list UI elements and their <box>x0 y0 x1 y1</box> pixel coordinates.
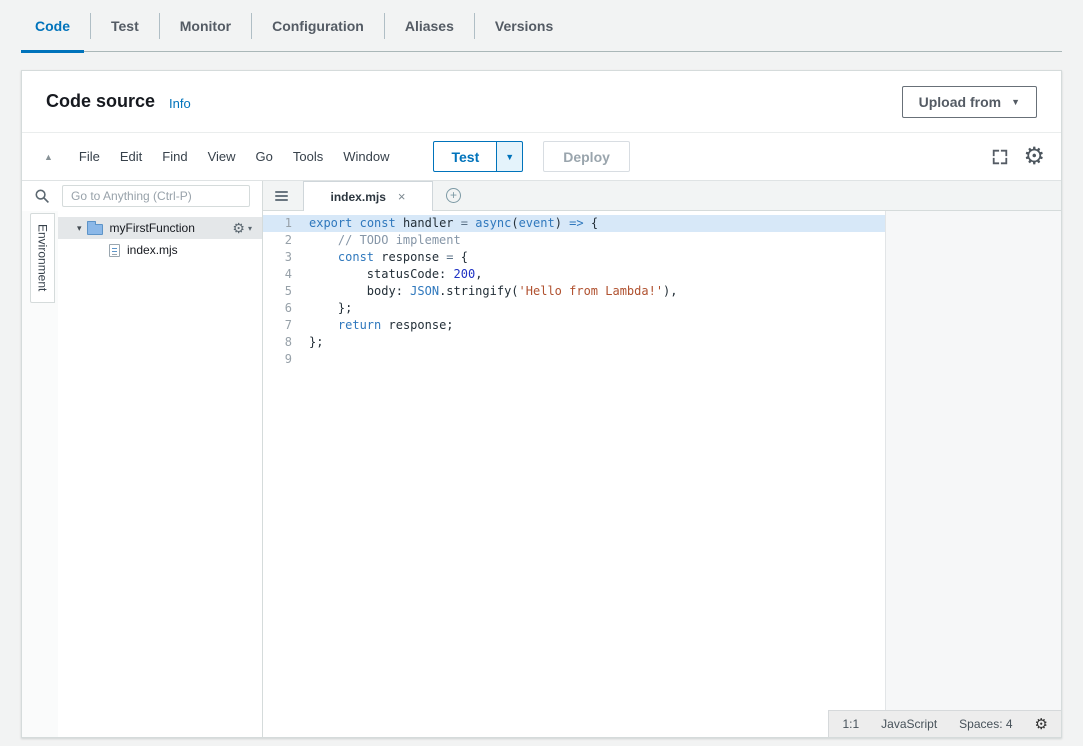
menu-window[interactable]: Window <box>336 145 396 168</box>
environment-tab[interactable]: Environment <box>30 213 55 303</box>
gear-icon: ⚙ <box>232 221 245 235</box>
tree-row-file[interactable]: index.mjs <box>58 239 262 261</box>
test-dropdown-button[interactable]: ▼ <box>496 141 523 172</box>
folder-settings-button[interactable]: ⚙ ▾ <box>232 221 252 235</box>
editor-tab-label: index.mjs <box>331 190 386 204</box>
line-number[interactable]: 4 <box>263 266 305 283</box>
editor-statusbar: 1:1 JavaScript Spaces: 4 ⚙ <box>828 710 1061 737</box>
line-number[interactable]: 9 <box>263 351 305 368</box>
menu-go[interactable]: Go <box>249 145 280 168</box>
line-number[interactable]: 7 <box>263 317 305 334</box>
search-icon[interactable] <box>22 188 62 204</box>
tab-list-icon[interactable] <box>263 191 299 201</box>
line-number[interactable]: 3 <box>263 249 305 266</box>
new-tab-icon[interactable]: + <box>446 188 461 203</box>
console-tab-configuration[interactable]: Configuration <box>258 0 378 52</box>
code-line[interactable]: export const handler = async(event) => { <box>305 215 885 232</box>
disclosure-caret-icon[interactable]: ▾ <box>77 223 82 234</box>
fullscreen-icon[interactable] <box>991 148 1009 166</box>
navigator-body: Environment ▾ myFirstFunction ⚙ ▾ <box>22 211 262 737</box>
workspace: Environment ▾ myFirstFunction ⚙ ▾ <box>22 181 1061 737</box>
console-tab-test[interactable]: Test <box>97 0 153 52</box>
code-line[interactable]: const response = { <box>305 249 885 266</box>
line-number[interactable]: 8 <box>263 334 305 351</box>
menu-file[interactable]: File <box>72 145 107 168</box>
close-icon[interactable]: × <box>398 189 406 204</box>
file-navigator: Environment ▾ myFirstFunction ⚙ ▾ <box>22 181 263 737</box>
upload-from-button[interactable]: Upload from ▼ <box>902 86 1037 118</box>
console-tab-monitor[interactable]: Monitor <box>166 0 245 52</box>
menubar-right: ⚙ <box>991 145 1045 169</box>
chevron-down-icon: ▼ <box>505 153 514 162</box>
tab-divider <box>474 13 475 39</box>
code-line[interactable]: return response; <box>305 317 885 334</box>
indent-setting[interactable]: Spaces: 4 <box>959 717 1012 731</box>
panel-header: Code source Info Upload from ▼ <box>22 71 1061 133</box>
code-line[interactable]: }; <box>305 300 885 317</box>
print-margin-zone <box>885 211 1061 737</box>
editor-menubar: ▲ File Edit Find View Go Tools Window Test ▼ D… <box>22 133 1061 181</box>
folder-icon <box>87 224 103 235</box>
code-source-panel: Code source Info Upload from ▼ ▲ File Edi… <box>21 70 1062 738</box>
cursor-position[interactable]: 1:1 <box>842 717 859 731</box>
environment-strip: Environment <box>22 211 58 737</box>
tab-divider <box>159 13 160 39</box>
editor-settings-gear-icon[interactable]: ⚙ <box>1035 717 1048 732</box>
file-icon <box>109 244 120 257</box>
code-line[interactable]: body: JSON.stringify('Hello from Lambda!… <box>305 283 885 300</box>
code-editor: index.mjs × + 123456789 export const han… <box>263 181 1061 737</box>
tree-row-folder[interactable]: ▾ myFirstFunction ⚙ ▾ <box>58 217 262 239</box>
editor-menus: File Edit Find View Go Tools Window <box>69 145 400 168</box>
info-link[interactable]: Info <box>169 96 191 111</box>
editor-body: 123456789 export const handler = async(e… <box>263 211 1061 737</box>
console-tab-aliases[interactable]: Aliases <box>391 0 468 52</box>
page-title: Code source <box>46 91 155 112</box>
menu-find[interactable]: Find <box>155 145 194 168</box>
folder-name: myFirstFunction <box>110 221 195 235</box>
console-tab-code[interactable]: Code <box>21 0 84 52</box>
settings-gear-icon[interactable]: ⚙ <box>1023 145 1045 169</box>
editor-tabbar: index.mjs × + <box>263 181 1061 211</box>
code-line[interactable]: }; <box>305 334 885 351</box>
line-number[interactable]: 6 <box>263 300 305 317</box>
upload-from-label: Upload from <box>919 94 1001 110</box>
navigator-toolbar <box>22 181 262 211</box>
line-number[interactable]: 2 <box>263 232 305 249</box>
test-split-button: Test ▼ <box>433 141 523 172</box>
file-tree: ▾ myFirstFunction ⚙ ▾ index.mjs <box>58 211 262 737</box>
console-tab-versions[interactable]: Versions <box>481 0 567 52</box>
code-line[interactable]: // TODO implement <box>305 232 885 249</box>
tab-divider <box>90 13 91 39</box>
gutter: 123456789 <box>263 215 305 737</box>
tab-divider <box>384 13 385 39</box>
file-name: index.mjs <box>127 243 178 257</box>
menu-view[interactable]: View <box>201 145 243 168</box>
line-number[interactable]: 1 <box>263 215 305 232</box>
console-tab-bar: CodeTestMonitorConfigurationAliasesVersi… <box>21 0 1062 52</box>
menu-edit[interactable]: Edit <box>113 145 149 168</box>
code-line[interactable]: statusCode: 200, <box>305 266 885 283</box>
tab-divider <box>251 13 252 39</box>
menu-tools[interactable]: Tools <box>286 145 330 168</box>
deploy-button[interactable]: Deploy <box>543 141 630 172</box>
chevron-down-icon: ▾ <box>248 224 252 233</box>
goto-anything-input[interactable] <box>62 185 250 207</box>
code-lines: export const handler = async(event) => {… <box>305 215 885 737</box>
line-number[interactable]: 5 <box>263 283 305 300</box>
collapse-triangle-icon[interactable]: ▲ <box>44 152 53 162</box>
chevron-down-icon: ▼ <box>1011 98 1020 107</box>
test-button[interactable]: Test <box>433 141 497 172</box>
code-line[interactable] <box>305 351 885 368</box>
language-mode[interactable]: JavaScript <box>881 717 937 731</box>
editor-tab-active[interactable]: index.mjs × <box>303 181 433 211</box>
